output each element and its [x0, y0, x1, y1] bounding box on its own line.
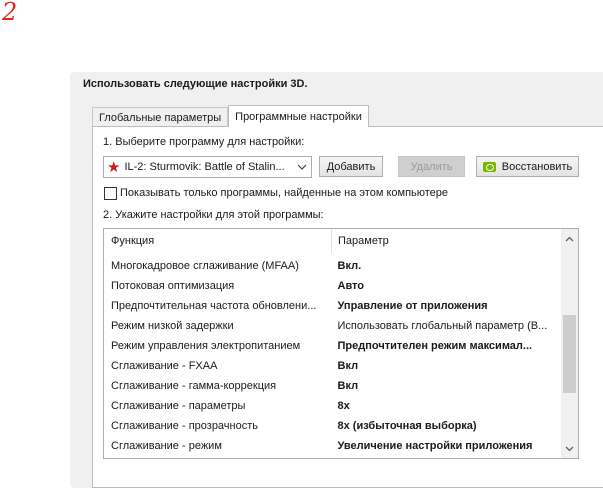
program-dropdown[interactable]: ★ IL-2: Sturmovik: Battle of Stalin... [103, 156, 312, 178]
table-row[interactable]: Сглаживание - параметры 8x [104, 396, 561, 416]
setting-feature: Сглаживание - гамма-коррекция [111, 380, 277, 392]
setting-value[interactable]: Вкл [332, 380, 562, 392]
scroll-down-icon[interactable] [561, 440, 578, 457]
scroll-up-icon[interactable] [561, 230, 578, 247]
setting-feature: Режим управления электропитанием [111, 340, 301, 352]
table-row[interactable]: Сглаживание - режим Увеличение настройки … [104, 436, 561, 456]
table-row[interactable]: Сглаживание - прозрачность 8x (избыточная… [104, 416, 561, 436]
setting-value[interactable]: Авто [332, 280, 562, 292]
chevron-down-icon [293, 162, 311, 172]
restore-button[interactable]: Восстановить [476, 156, 579, 177]
column-header-parameter[interactable]: Параметр [332, 235, 389, 247]
setting-value[interactable]: 8x (избыточная выборка) [332, 420, 562, 432]
table-rows: Многокадровое сглаживание (MFAA) Вкл. Пото… [104, 256, 561, 456]
show-found-programs-label: Показывать только программы, найденные н… [120, 187, 449, 199]
setting-feature: Сглаживание - FXAA [111, 360, 218, 372]
restore-button-label: Восстановить [501, 160, 573, 173]
setting-value[interactable]: Управление от приложения [332, 300, 562, 312]
tab-content-program-settings: 1. Выберите программу для настройки: ★ I… [92, 126, 603, 488]
program-settings-label: 2. Укажите настройки для этой программы: [103, 209, 324, 221]
tab-global-settings[interactable]: Глобальные параметры [92, 107, 229, 127]
table-header: Функция Параметр [104, 229, 561, 253]
table-row[interactable]: Сглаживание - гамма-коррекция Вкл [104, 376, 561, 396]
setting-value[interactable]: 8x [332, 400, 562, 412]
select-program-label: 1. Выберите программу для настройки: [103, 136, 305, 148]
table-row[interactable]: Режим низкой задержки Использовать глобал… [104, 316, 561, 336]
show-found-programs-checkbox[interactable] [104, 187, 117, 200]
tab-bar: Глобальные параметры Программные настрой… [92, 105, 369, 127]
setting-value[interactable]: Увеличение настройки приложения [332, 440, 562, 452]
setting-feature: Предпочтительная частота обновлени... [111, 300, 317, 312]
setting-value[interactable]: Вкл. [332, 260, 562, 272]
tab-program-settings[interactable]: Программные настройки [228, 105, 369, 127]
table-row[interactable]: Предпочтительная частота обновлени... Упр… [104, 296, 561, 316]
setting-feature: Многокадровое сглаживание (MFAA) [111, 260, 299, 272]
settings-panel: Использовать следующие настройки 3D. Гло… [70, 72, 603, 488]
setting-value[interactable]: Использовать глобальный параметр (В... [332, 320, 562, 332]
setting-value[interactable]: Вкл [332, 360, 562, 372]
nvidia-logo-icon [482, 161, 496, 172]
scroll-thumb[interactable] [563, 315, 576, 393]
setting-feature: Сглаживание - прозрачность [111, 420, 259, 432]
remove-button[interactable]: Удалить [398, 156, 465, 177]
table-row[interactable]: Сглаживание - FXAA Вкл [104, 356, 561, 376]
column-header-feature[interactable]: Функция [104, 229, 332, 253]
setting-feature: Потоковая оптимизация [111, 280, 235, 292]
settings-table: Функция Параметр Многокадровое сглаживан… [103, 228, 579, 459]
table-row[interactable]: Режим управления электропитанием Предпочт… [104, 336, 561, 356]
table-row[interactable]: Многокадровое сглаживание (MFAA) Вкл. [104, 256, 561, 276]
panel-title: Использовать следующие настройки 3D. [83, 78, 308, 90]
add-button[interactable]: Добавить [319, 156, 383, 177]
vertical-scrollbar[interactable] [561, 229, 578, 458]
red-star-icon: ★ [107, 158, 121, 176]
setting-value[interactable]: Предпочтителен режим максимал... [332, 340, 562, 352]
setting-feature: Сглаживание - режим [111, 440, 222, 452]
table-row[interactable]: Потоковая оптимизация Авто [104, 276, 561, 296]
setting-feature: Сглаживание - параметры [111, 400, 246, 412]
setting-feature: Режим низкой задержки [111, 320, 234, 332]
program-dropdown-value: IL-2: Sturmovik: Battle of Stalin... [124, 161, 285, 173]
step-number: 2 [2, 0, 18, 26]
